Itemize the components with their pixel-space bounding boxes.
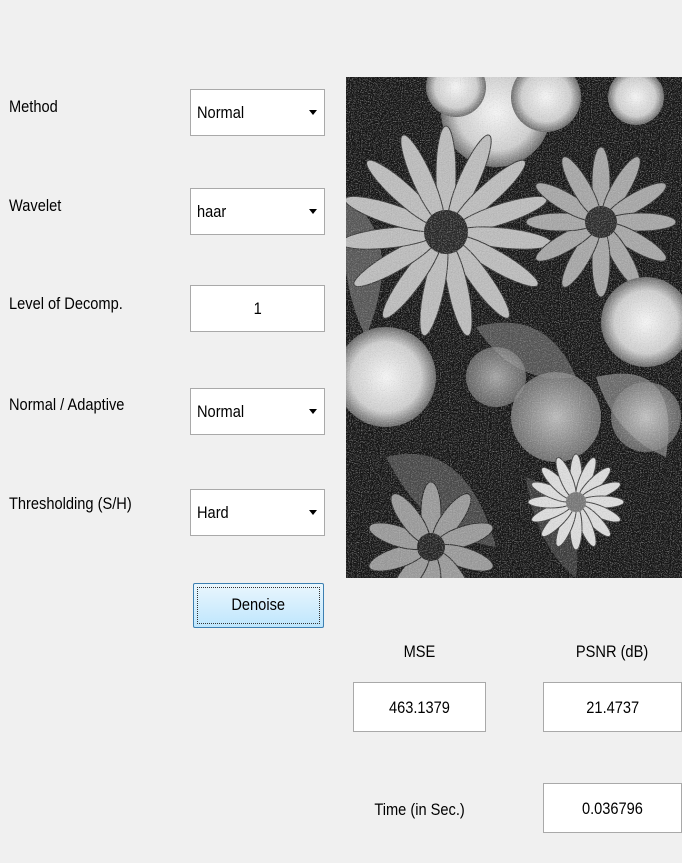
denoise-button[interactable]: Denoise xyxy=(193,583,324,628)
psnr-field[interactable]: 21.4737 xyxy=(543,682,682,732)
thresholding-value: Hard xyxy=(197,503,229,522)
chevron-down-icon[interactable] xyxy=(302,90,324,135)
chevron-down-icon[interactable] xyxy=(302,389,324,434)
psnr-value: 21.4737 xyxy=(586,698,639,717)
method-dropdown[interactable]: Normal xyxy=(190,89,325,136)
wavelet-label: Wavelet xyxy=(9,196,62,215)
mse-value: 463.1379 xyxy=(389,698,450,717)
time-field[interactable]: 0.036796 xyxy=(543,783,682,833)
level-value: 1 xyxy=(253,299,262,318)
psnr-label: PSNR (dB) xyxy=(543,642,682,662)
method-value: Normal xyxy=(197,103,245,122)
mse-field[interactable]: 463.1379 xyxy=(353,682,486,732)
wavelet-dropdown[interactable]: haar xyxy=(190,188,325,235)
method-label: Method xyxy=(9,97,58,116)
psnr-label-text: PSNR (dB) xyxy=(576,642,649,661)
denoised-image xyxy=(346,77,682,578)
normal-adaptive-value: Normal xyxy=(197,402,245,421)
time-label: Time (in Sec.) xyxy=(353,800,486,820)
denoise-button-label: Denoise xyxy=(231,595,286,614)
chevron-down-icon[interactable] xyxy=(302,189,324,234)
flowers-grayscale-image xyxy=(346,77,682,578)
thresholding-dropdown[interactable]: Hard xyxy=(190,489,325,536)
normal-adaptive-label: Normal / Adaptive xyxy=(9,395,125,414)
time-label-text: Time (in Sec.) xyxy=(374,800,465,819)
normal-adaptive-dropdown[interactable]: Normal xyxy=(190,388,325,435)
mse-label: MSE xyxy=(353,642,486,662)
level-input[interactable]: 1 xyxy=(190,285,325,332)
thresholding-label: Thresholding (S/H) xyxy=(9,494,132,513)
level-label: Level of Decomp. xyxy=(9,294,123,313)
time-value: 0.036796 xyxy=(582,799,643,818)
wavelet-value: haar xyxy=(197,202,227,221)
mse-label-text: MSE xyxy=(403,642,436,661)
chevron-down-icon[interactable] xyxy=(302,490,324,535)
